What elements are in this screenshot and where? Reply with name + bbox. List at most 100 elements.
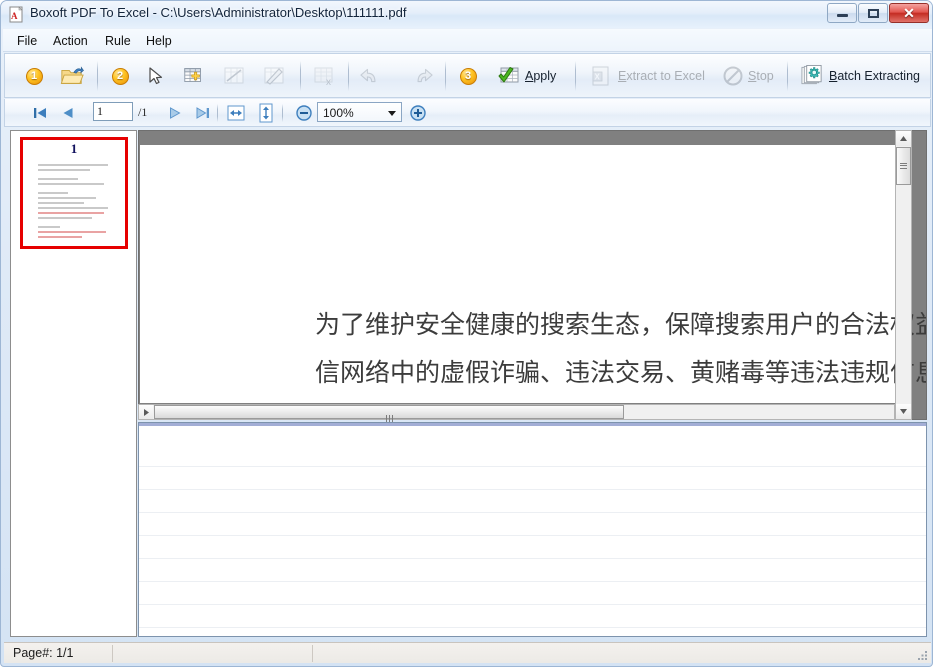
scroll-down-button[interactable] (896, 404, 911, 419)
table-draw-icon (262, 65, 286, 87)
menu-item-rule[interactable]: Rule (99, 32, 137, 50)
maximize-icon (868, 9, 879, 18)
status-separator-1 (112, 645, 113, 662)
close-button[interactable]: ✕ (889, 3, 929, 23)
last-page-button[interactable] (192, 102, 214, 123)
main-toolbar: 1 2 (4, 53, 931, 98)
chevron-up-icon (899, 135, 908, 142)
edit-table-button (217, 57, 251, 95)
document-line-1: 为了维护安全健康的搜索生态，保障搜索用户的合法权益 (315, 305, 927, 341)
stop-circle-icon (722, 65, 744, 87)
table-edit-icon (222, 65, 246, 87)
svg-text:x: x (326, 77, 331, 87)
thumbnail-page-1[interactable]: 1 (20, 137, 128, 249)
menu-bar: File Action Rule Help (3, 29, 932, 52)
grid-header-bar (139, 423, 926, 426)
batch-gear-icon (800, 64, 825, 88)
batch-extracting-button[interactable]: Batch Extracting (795, 57, 925, 95)
page-number-input[interactable] (93, 102, 133, 121)
vertical-scroll-thumb[interactable] (896, 147, 911, 185)
svg-text:A: A (11, 11, 18, 21)
scroll-up-button[interactable] (896, 131, 911, 146)
grid-row-line (139, 512, 926, 513)
extract-to-excel-label: Extract to Excel (618, 69, 705, 83)
table-add-icon (182, 64, 206, 88)
grid-row-line (139, 535, 926, 536)
select-tool-button[interactable] (140, 57, 172, 95)
first-page-button[interactable] (29, 102, 51, 123)
stop-button: Stop (717, 57, 785, 95)
table-delete-icon: x (312, 65, 336, 87)
extracted-table-grid[interactable] (138, 422, 927, 637)
last-page-icon (195, 106, 211, 120)
zoom-level-value: 100% (323, 106, 354, 120)
fit-width-button[interactable] (225, 102, 247, 123)
page-total-label: /1 (138, 105, 147, 120)
grid-row-line (139, 489, 926, 490)
step-3-badge-button[interactable]: 3 (453, 57, 483, 95)
redo-arrow-icon (405, 64, 433, 88)
next-page-icon (167, 106, 183, 120)
zoom-in-button[interactable] (407, 102, 429, 123)
zoom-out-button[interactable] (293, 102, 315, 123)
delete-table-button: x (307, 57, 341, 95)
fit-height-button[interactable] (255, 102, 277, 123)
step-2-badge-button[interactable]: 2 (105, 57, 135, 95)
grid-row-line (139, 581, 926, 582)
menu-item-help[interactable]: Help (140, 32, 178, 50)
pdf-viewer[interactable]: 为了维护安全健康的搜索生态，保障搜索用户的合法权益 信网络中的虚假诈骗、违法交易… (138, 130, 927, 420)
menu-item-action[interactable]: Action (47, 32, 94, 50)
grid-row-line (139, 558, 926, 559)
redo-button (400, 57, 438, 95)
status-separator-2 (312, 645, 313, 662)
maximize-button[interactable] (858, 3, 888, 23)
apply-button[interactable]: Apply (492, 57, 564, 95)
undo-button (355, 57, 393, 95)
application-window: A Boxoft PDF To Excel - C:\Users\Adminis… (0, 0, 933, 667)
viewer-vertical-scrollbar[interactable] (895, 130, 912, 420)
toolbar-separator-6 (787, 61, 788, 91)
apply-label: Apply (525, 69, 556, 83)
draw-table-button (257, 57, 291, 95)
grid-row-line (139, 466, 926, 467)
fit-width-icon (226, 104, 246, 122)
open-file-button[interactable] (55, 57, 89, 95)
menu-item-file[interactable]: File (11, 32, 43, 50)
cursor-arrow-icon (147, 66, 165, 86)
title-bar: A Boxoft PDF To Excel - C:\Users\Adminis… (1, 1, 933, 28)
prev-page-button[interactable] (57, 102, 79, 123)
badge-3-icon: 3 (460, 68, 477, 85)
close-icon: ✕ (903, 6, 915, 20)
toolbar-separator-4 (445, 61, 446, 91)
excel-export-icon: X (590, 65, 614, 87)
undo-arrow-icon (360, 64, 388, 88)
toolbar-separator-3 (348, 61, 349, 91)
scroll-right-button[interactable] (139, 405, 153, 419)
viewer-horizontal-scrollbar[interactable] (138, 404, 895, 420)
batch-extracting-label: Batch Extracting (829, 69, 920, 83)
grid-row-line (139, 627, 926, 628)
horizontal-scroll-thumb[interactable] (154, 405, 624, 419)
first-page-icon (32, 106, 48, 120)
fit-height-icon (257, 103, 275, 123)
add-table-button[interactable] (177, 57, 211, 95)
minimize-button[interactable] (827, 3, 857, 23)
chevron-right-icon (143, 408, 150, 417)
window-title: Boxoft PDF To Excel - C:\Users\Administr… (30, 5, 406, 20)
zoom-level-combobox[interactable]: 100% (317, 102, 402, 122)
thumbnail-page-number: 1 (23, 141, 125, 157)
status-bar: Page#: 1/1 (4, 642, 931, 663)
thumbnail-panel[interactable]: 1 (10, 130, 137, 637)
navigation-bar: /1 (4, 99, 931, 127)
status-page-info: Page#: 1/1 (13, 646, 73, 660)
next-page-button[interactable] (164, 102, 186, 123)
step-1-badge-button[interactable]: 1 (19, 57, 49, 95)
badge-2-icon: 2 (112, 68, 129, 85)
resize-grip-icon[interactable] (916, 649, 928, 661)
pdf-document-icon: A (8, 6, 25, 23)
minimize-icon (837, 14, 848, 17)
toolbar-separator-5 (575, 61, 576, 91)
svg-text:X: X (595, 73, 601, 82)
chevron-down-icon (899, 408, 908, 415)
stop-label: Stop (748, 69, 774, 83)
